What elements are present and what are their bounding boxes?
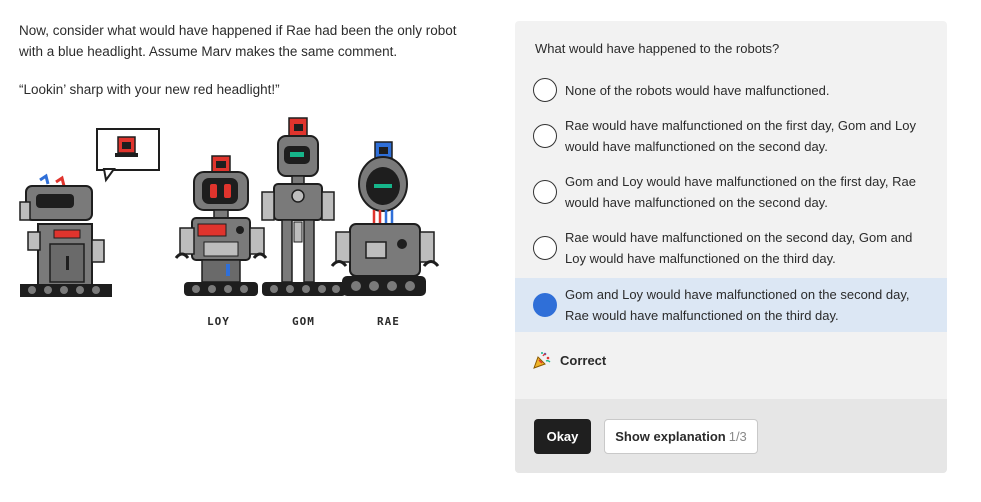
- robots-drawing: [19, 117, 440, 297]
- radio-button-checked[interactable]: [533, 293, 557, 317]
- prompt-line-1: Now, consider what would have happened i…: [19, 23, 457, 38]
- answer-option-5[interactable]: Gom and Loy would have malfunctioned on …: [515, 278, 947, 332]
- party-popper-icon: [533, 352, 551, 369]
- option-text: Rae would have malfunctioned on the firs…: [565, 118, 916, 154]
- marv-quote: “Lookin’ sharp with your new red headlig…: [19, 82, 280, 97]
- explanation-count: 1/3: [728, 429, 747, 444]
- answer-panel: What would have happened to the robots? …: [515, 21, 947, 473]
- answer-option-1[interactable]: None of the robots would have malfunctio…: [515, 75, 947, 105]
- answer-option-2[interactable]: Rae would have malfunctioned on the firs…: [515, 113, 947, 159]
- robot-marv: [19, 173, 112, 297]
- answer-option-4[interactable]: Rae would have malfunctioned on the seco…: [515, 225, 947, 271]
- answer-option-3[interactable]: Gom and Loy would have malfunctioned on …: [515, 169, 947, 215]
- prompt-line-2: with a blue headlight. Assume Marv makes…: [19, 44, 398, 59]
- show-explanation-button[interactable]: Show explanation 1/3: [604, 419, 758, 454]
- robot-label-rae: RAE: [377, 315, 400, 328]
- radio-button[interactable]: [533, 180, 557, 204]
- speech-bubble: [96, 128, 160, 183]
- question-text: What would have happened to the robots?: [535, 41, 780, 56]
- okay-button[interactable]: Okay: [534, 419, 591, 454]
- robot-gom: [261, 117, 346, 296]
- question-prompt: Now, consider what would have happened i…: [19, 20, 489, 100]
- radio-button[interactable]: [533, 78, 557, 102]
- robot-label-loy: LOY: [207, 315, 230, 328]
- feedback-correct: Correct: [533, 351, 606, 369]
- robot-loy: [174, 155, 268, 296]
- panel-footer: Okay Show explanation 1/3: [515, 399, 947, 473]
- feedback-text: Correct: [560, 352, 607, 368]
- radio-button[interactable]: [533, 236, 557, 260]
- robot-label-gom: GOM: [292, 315, 315, 328]
- robots-illustration: LOY GOM RAE: [18, 112, 458, 337]
- option-text: Gom and Loy would have malfunctioned on …: [565, 287, 910, 323]
- option-text: Rae would have malfunctioned on the seco…: [565, 230, 913, 266]
- show-explanation-label: Show explanation: [615, 429, 726, 444]
- option-text: None of the robots would have malfunctio…: [565, 82, 830, 98]
- radio-button[interactable]: [533, 124, 557, 148]
- option-text: Gom and Loy would have malfunctioned on …: [565, 174, 916, 210]
- robot-rae: [330, 141, 440, 296]
